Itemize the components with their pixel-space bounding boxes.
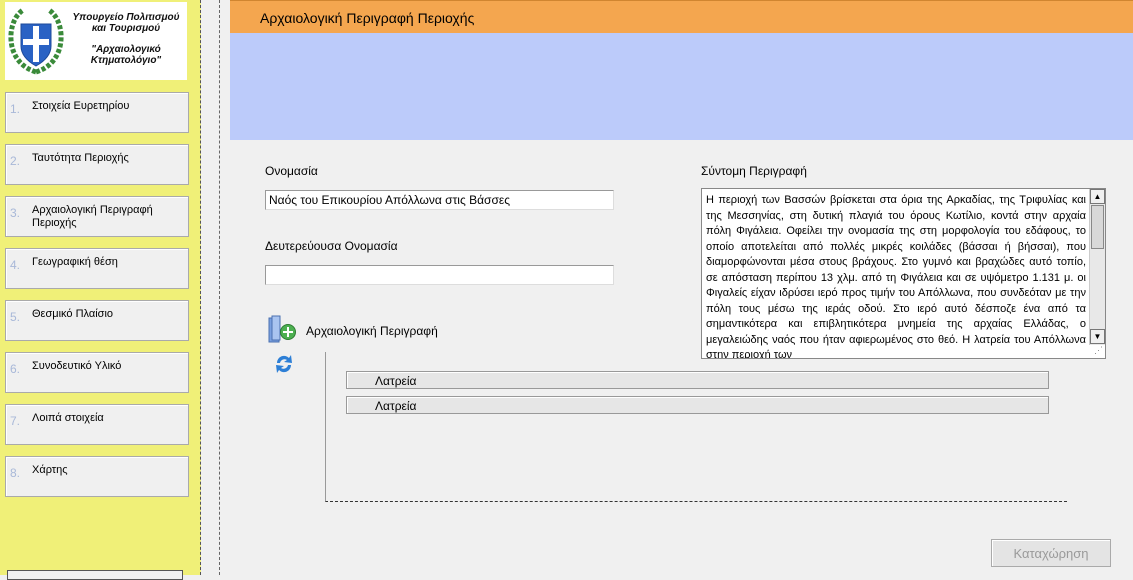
- sidebar-item-accompanying-material[interactable]: 6. Συνοδευτικό Υλικό: [5, 352, 189, 393]
- archaeological-description-panel: Λατρεία Λατρεία: [325, 352, 1067, 502]
- sidebar: Υπουργείο Πολιτισμού και Τουρισμού "Αρχα…: [0, 0, 201, 580]
- sidebar-item-archaeological-description[interactable]: 3. Αρχαιολογική Περιγραφή Περιοχής: [5, 196, 189, 237]
- short-description-text[interactable]: Η περιοχή των Βασσών βρίσκεται στα όρια …: [702, 189, 1090, 358]
- sidebar-bottom-panel: [7, 570, 183, 580]
- sidebar-item-label: Στοιχεία Ευρετηρίου: [32, 100, 130, 112]
- sidebar-item-number: 8.: [10, 466, 21, 480]
- page-title: Αρχαιολογική Περιγραφή Περιοχής: [260, 10, 475, 26]
- sidebar-item-map[interactable]: 8. Χάρτης: [5, 456, 189, 497]
- greek-emblem-icon: [8, 7, 64, 75]
- sidebar-item-number: 3.: [10, 206, 21, 220]
- sidebar-item-other-data[interactable]: 7. Λοιπά στοιχεία: [5, 404, 189, 445]
- sidebar-item-number: 5.: [10, 310, 21, 324]
- header-band: [230, 33, 1133, 140]
- add-folder-icon[interactable]: [266, 312, 298, 344]
- short-description-label: Σύντομη Περιγραφή: [701, 164, 807, 178]
- sidebar-item-number: 6.: [10, 362, 21, 376]
- divider-dotted: [219, 0, 220, 575]
- section-header: Αρχαιολογική Περιγραφή Περιοχής: [230, 0, 1133, 33]
- sidebar-item-label: Συνοδευτικό Υλικό: [32, 360, 122, 372]
- sidebar-item-label: Γεωγραφική θέση: [32, 256, 118, 268]
- sidebar-item-label: Αρχαιολογική Περιγραφή Περιοχής: [32, 204, 153, 229]
- sidebar-item-label: Θεσμικό Πλαίσιο: [32, 308, 114, 320]
- name-input[interactable]: [265, 190, 614, 210]
- scrollbar-thumb[interactable]: [1091, 205, 1104, 249]
- refresh-icon[interactable]: [273, 352, 295, 376]
- sidebar-item-area-identity[interactable]: 2. Ταυτότητα Περιοχής: [5, 144, 189, 185]
- sidebar-item-number: 1.: [10, 102, 21, 116]
- description-scrollbar[interactable]: ▲ ▼: [1089, 189, 1105, 345]
- main-panel: Αρχαιολογική Περιγραφή Περιοχής Ονομασία…: [230, 0, 1133, 575]
- sidebar-item-index-data[interactable]: 1. Στοιχεία Ευρετηρίου: [5, 92, 189, 133]
- list-item[interactable]: Λατρεία: [346, 371, 1049, 389]
- list-item-label: Λατρεία: [375, 374, 417, 388]
- scroll-down-arrow-icon[interactable]: ▼: [1090, 329, 1105, 344]
- archaeological-description-label: Αρχαιολογική Περιγραφή: [306, 324, 438, 338]
- sidebar-item-label: Χάρτης: [32, 464, 68, 476]
- ministry-logo: Υπουργείο Πολιτισμού και Τουρισμού "Αρχα…: [5, 2, 187, 80]
- save-button[interactable]: Καταχώρηση: [991, 539, 1111, 567]
- list-item-label: Λατρεία: [375, 399, 417, 413]
- scroll-up-arrow-icon[interactable]: ▲: [1090, 189, 1105, 204]
- sidebar-item-number: 4.: [10, 258, 21, 272]
- ministry-name-line2: και Τουρισμού: [91, 23, 161, 34]
- sidebar-item-number: 7.: [10, 414, 21, 428]
- sidebar-item-legal-framework[interactable]: 5. Θεσμικό Πλαίσιο: [5, 300, 189, 341]
- ministry-name-line1: Υπουργείο Πολιτισμού: [72, 12, 180, 23]
- project-name-line1: "Αρχαιολογικό: [91, 44, 161, 55]
- project-name-line2: Κτηματολόγιο": [90, 55, 162, 66]
- list-item[interactable]: Λατρεία: [346, 396, 1049, 414]
- resize-grip-icon[interactable]: ⋰: [1094, 345, 1103, 356]
- name-label: Ονομασία: [265, 164, 318, 178]
- sidebar-item-number: 2.: [10, 154, 21, 168]
- secondary-name-input[interactable]: [265, 265, 614, 285]
- sidebar-item-geographic-location[interactable]: 4. Γεωγραφική θέση: [5, 248, 189, 289]
- short-description-textarea[interactable]: Η περιοχή των Βασσών βρίσκεται στα όρια …: [701, 188, 1106, 359]
- sidebar-item-label: Ταυτότητα Περιοχής: [32, 152, 129, 164]
- sidebar-item-label: Λοιπά στοιχεία: [32, 412, 104, 424]
- secondary-name-label: Δευτερεύουσα Ονομασία: [265, 239, 398, 253]
